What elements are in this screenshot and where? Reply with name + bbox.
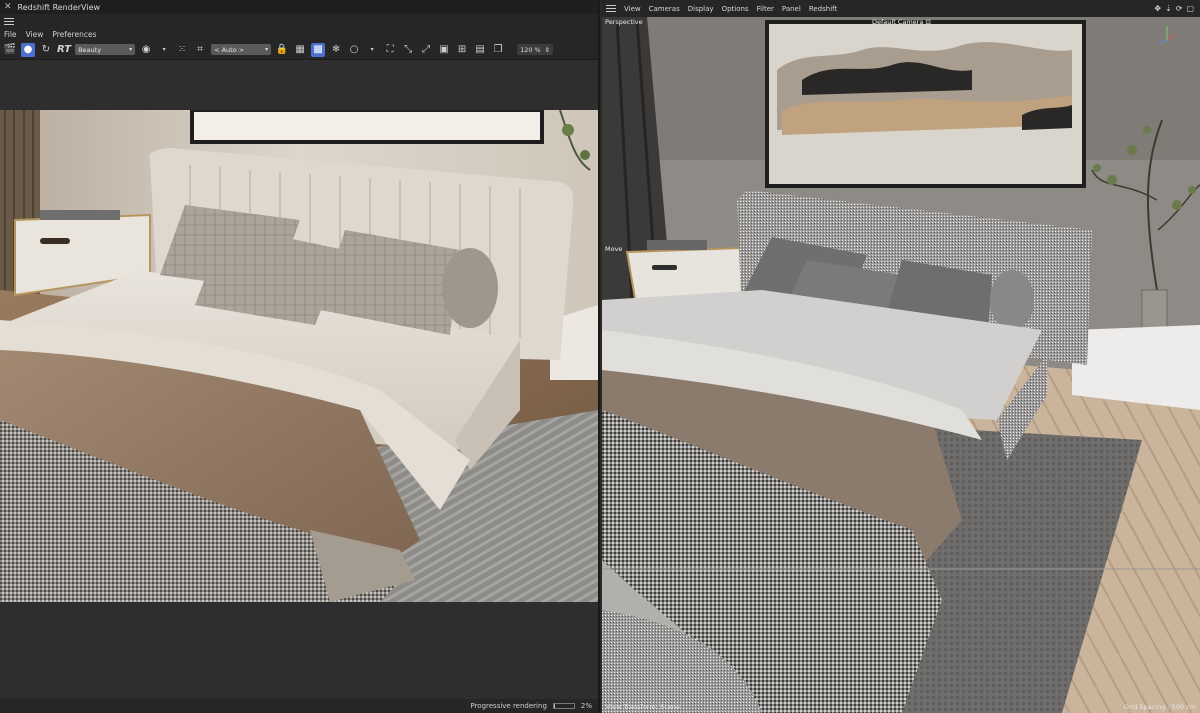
- menu-view[interactable]: View: [26, 30, 44, 39]
- render-view-titlebar: ✕ Redshift RenderView: [0, 0, 598, 14]
- menu-file[interactable]: File: [4, 30, 17, 39]
- viewport-menu-panel[interactable]: Panel: [782, 5, 801, 13]
- zoom-field[interactable]: 120 % ⇕: [517, 44, 554, 55]
- viewport-menu-display[interactable]: Display: [688, 5, 714, 13]
- viewport-menu-redshift[interactable]: Redshift: [809, 5, 837, 13]
- render-canvas[interactable]: [0, 110, 598, 602]
- panel-menu-row: [0, 14, 598, 28]
- viewport-scene: [602, 17, 1200, 713]
- viewport-menu-cameras[interactable]: Cameras: [649, 5, 680, 13]
- clapperboard-icon[interactable]: 🎬: [3, 43, 17, 57]
- aov-select[interactable]: Beauty ▾: [75, 44, 136, 55]
- save-icon[interactable]: ▤: [473, 43, 487, 57]
- camera-name: Default Camera: [872, 18, 924, 26]
- dolly-icon[interactable]: ⇣: [1165, 4, 1172, 13]
- bucket-icon[interactable]: ▩: [311, 42, 326, 57]
- copy-icon[interactable]: ❐: [491, 43, 505, 57]
- lock-icon[interactable]: 🔒: [275, 43, 289, 57]
- rotate-icon[interactable]: ⟳: [1176, 4, 1183, 13]
- camera-link-icon: ⊡: [925, 18, 931, 26]
- region-icon[interactable]: ⛶: [383, 43, 397, 57]
- fit-icon[interactable]: ⤡: [401, 43, 415, 57]
- view-transform-label: View Transform: Scene: [606, 703, 680, 711]
- render-view-toolbar: 🎬 ● ↻ RT Beauty ▾ ◉ ▾ ⁙ ⌗ < Auto > ▾ 🔒 ▦…: [0, 40, 598, 60]
- dropdown-arrow-icon[interactable]: ▾: [157, 43, 171, 57]
- dropdown-arrow-icon[interactable]: ▾: [365, 43, 379, 57]
- hamburger-menu-icon[interactable]: [606, 5, 616, 12]
- rt-toggle[interactable]: RT: [57, 44, 71, 55]
- render-status-text: Progressive rendering: [470, 702, 547, 710]
- window-title: Redshift RenderView: [17, 2, 101, 12]
- aov-select-value: Beauty: [78, 45, 102, 54]
- spinner-icon: ⇕: [544, 45, 551, 54]
- active-tool-label: Move: [605, 245, 623, 253]
- chevron-down-icon: ▾: [265, 46, 269, 53]
- viewport-menu-view[interactable]: View: [624, 5, 641, 13]
- viewport-projection-label: Perspective: [605, 18, 643, 26]
- render-progress-percent: 2%: [580, 702, 592, 710]
- hamburger-menu-icon[interactable]: [4, 17, 14, 25]
- viewport-menu-options[interactable]: Options: [722, 5, 749, 13]
- image-icon[interactable]: ▣: [437, 43, 451, 57]
- render-status-bar: Progressive rendering 2%: [0, 699, 598, 713]
- chevron-down-icon: ▾: [129, 46, 133, 53]
- viewport-menubar: View Cameras Display Options Filter Pane…: [602, 0, 1200, 17]
- grid-spacing-label: Grid Spacing : 500 cm: [1123, 703, 1196, 711]
- maximize-icon[interactable]: ▢: [1186, 4, 1194, 13]
- no-fit-icon[interactable]: ⤢: [419, 43, 433, 57]
- app-root: ✕ Redshift RenderView File View Preferen…: [0, 0, 1200, 713]
- zoom-value: 120 %: [520, 45, 541, 54]
- grid-dots-icon[interactable]: ⁙: [175, 43, 189, 57]
- viewport-menu-filter[interactable]: Filter: [757, 5, 774, 13]
- camera-select-value: < Auto >: [214, 45, 245, 54]
- crop-icon[interactable]: ⌗: [193, 43, 207, 57]
- render-image: [0, 110, 598, 602]
- close-icon[interactable]: ✕: [4, 2, 12, 12]
- viewport-panel[interactable]: View Cameras Display Options Filter Pane…: [602, 0, 1200, 713]
- render-icon[interactable]: ●: [21, 42, 35, 57]
- refresh-icon[interactable]: ↻: [39, 43, 53, 57]
- viewport-camera-label[interactable]: Default Camera ⊡: [872, 18, 931, 26]
- circle-icon[interactable]: ○: [347, 43, 361, 57]
- snowflake-icon[interactable]: ❄: [329, 43, 343, 57]
- menu-preferences[interactable]: Preferences: [52, 30, 96, 39]
- snapshot-icon[interactable]: ◉: [139, 43, 153, 57]
- render-view-panel: ✕ Redshift RenderView File View Preferen…: [0, 0, 600, 713]
- add-snapshot-icon[interactable]: ⊞: [455, 43, 469, 57]
- grid-icon[interactable]: ▦: [293, 43, 307, 57]
- viewport-status-bar: View Transform: Scene Grid Spacing : 500…: [602, 701, 1200, 713]
- render-progress-bar: [552, 703, 575, 709]
- pan-icon[interactable]: ✥: [1154, 4, 1161, 13]
- render-view-menubar: File View Preferences: [0, 28, 598, 40]
- viewport-nav-icons: ✥ ⇣ ⟳ ▢: [1154, 4, 1194, 13]
- camera-select[interactable]: < Auto > ▾: [211, 44, 272, 55]
